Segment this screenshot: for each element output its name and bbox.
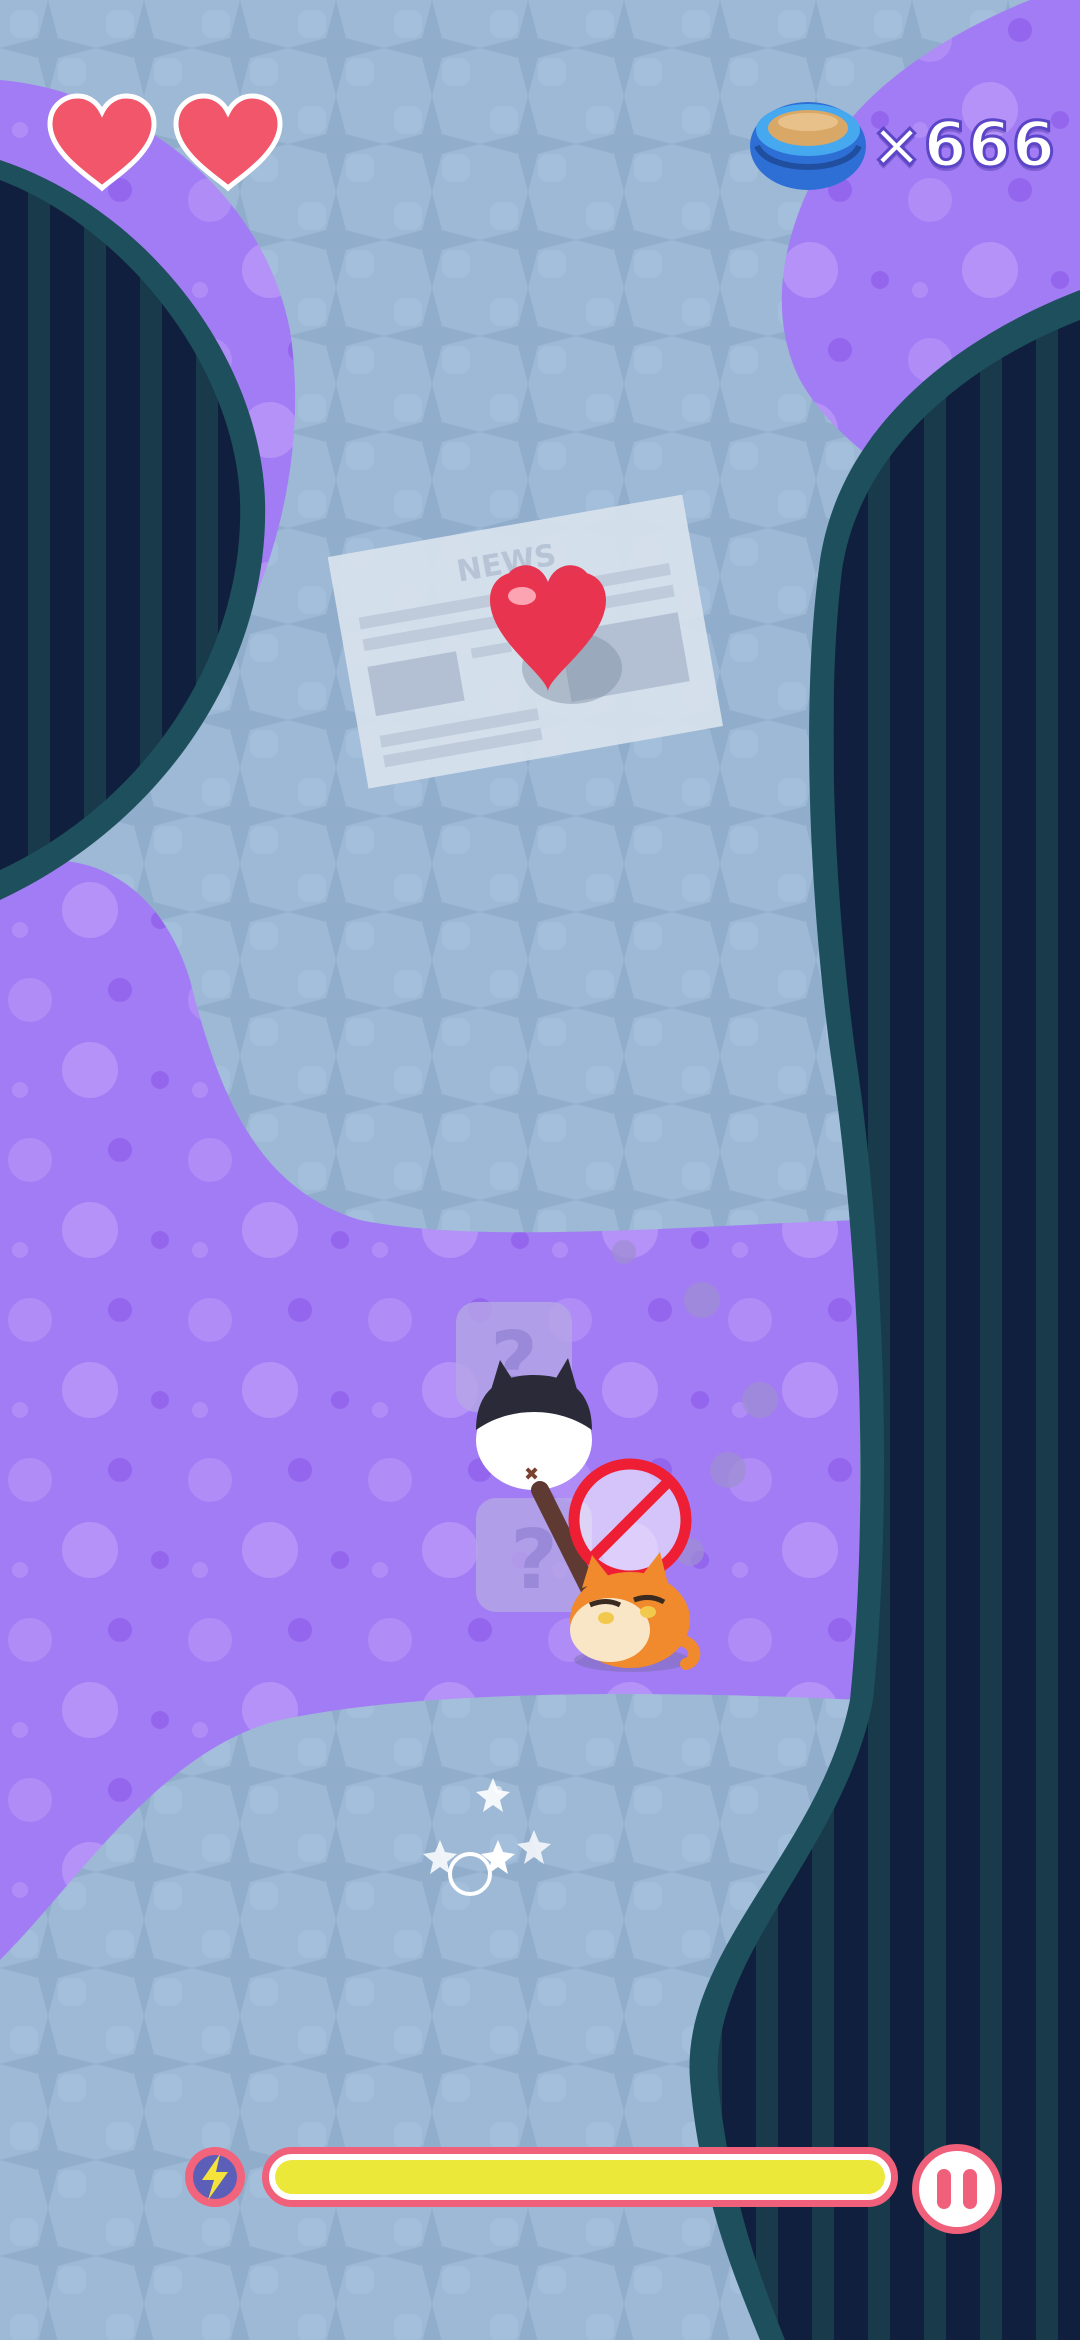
lightning-icon: [185, 2147, 245, 2207]
lives-display: [44, 92, 286, 194]
food-bowl-icon: [749, 102, 866, 190]
food-counter: ×666: [749, 94, 1057, 194]
energy-bar: [262, 2147, 898, 2207]
energy-meter: [180, 2142, 898, 2212]
game-screen[interactable]: NEWS ? ? ✖ ×666: [0, 0, 1080, 2340]
pause-icon: [963, 2169, 977, 2209]
energy-fill: [275, 2160, 885, 2194]
heart-icon: [47, 93, 157, 192]
heart-icon: [173, 93, 283, 192]
pause-icon: [937, 2169, 951, 2209]
game-world[interactable]: NEWS ? ? ✖: [0, 0, 1080, 2340]
food-count: ×666: [869, 106, 1056, 182]
pause-button[interactable]: [912, 2144, 1002, 2234]
